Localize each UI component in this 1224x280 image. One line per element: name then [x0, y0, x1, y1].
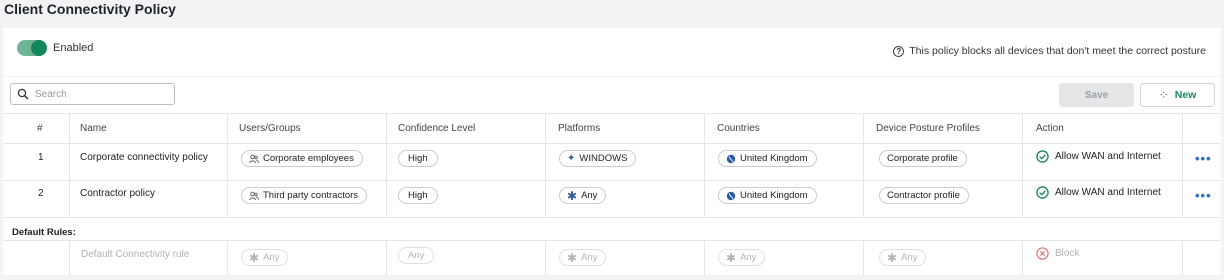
- check-circle-icon: [1036, 150, 1049, 163]
- action-label: Block: [1055, 248, 1080, 259]
- posture-note-text: This policy blocks all devices that don'…: [909, 45, 1206, 57]
- country-label: United Kingdom: [740, 153, 808, 164]
- asterisk-icon: ✱: [249, 250, 260, 265]
- country-label: Any: [740, 252, 757, 263]
- posture-note: ? This policy blocks all devices that do…: [893, 45, 1206, 57]
- users-icon: [249, 191, 259, 200]
- country-label: United Kingdom: [740, 190, 808, 201]
- more-icon[interactable]: •••: [1195, 151, 1212, 166]
- enabled-toggle[interactable]: [17, 40, 47, 56]
- action-cell: Block: [1036, 247, 1079, 260]
- search-box[interactable]: [10, 83, 175, 105]
- enabled-label: Enabled: [53, 42, 94, 54]
- platform-label: WINDOWS: [579, 153, 628, 164]
- policy-table-card: Save ⁘ New # Name Users/Groups Confidenc…: [3, 77, 1221, 275]
- globe-icon: [726, 154, 736, 163]
- column-header-number[interactable]: #: [37, 123, 43, 134]
- search-input[interactable]: [35, 88, 165, 100]
- profile-pill[interactable]: Contractor profile: [879, 187, 969, 204]
- users-label: Any: [263, 252, 280, 263]
- policy-name[interactable]: Corporate connectivity policy: [80, 152, 208, 163]
- windows-icon: ✦: [567, 152, 576, 164]
- profile-label: Any: [901, 252, 918, 263]
- new-button-label: New: [1174, 89, 1197, 101]
- policy-name[interactable]: Contractor policy: [80, 188, 155, 199]
- policy-status-bar: Enabled ? This policy blocks all devices…: [3, 28, 1221, 76]
- asterisk-icon: ✱: [887, 250, 898, 265]
- column-header-countries[interactable]: Countries: [717, 123, 760, 134]
- column-header-name[interactable]: Name: [80, 123, 107, 134]
- platform-pill[interactable]: ✦ WINDOWS: [559, 150, 637, 167]
- default-rules-label: Default Rules:: [12, 227, 76, 238]
- action-cell[interactable]: Allow WAN and Internet: [1036, 150, 1161, 163]
- new-button[interactable]: ⁘ New: [1140, 83, 1215, 107]
- block-icon: [1036, 247, 1049, 260]
- toggle-knob[interactable]: [31, 40, 47, 56]
- add-icon: ⁘: [1158, 88, 1169, 102]
- platform-pill[interactable]: ✱ Any: [559, 187, 607, 204]
- asterisk-icon: ✱: [726, 250, 737, 265]
- confidence-pill[interactable]: High: [398, 187, 438, 204]
- column-header-confidence[interactable]: Confidence Level: [398, 123, 475, 134]
- column-header-profiles[interactable]: Device Posture Profiles: [876, 123, 980, 134]
- default-rule-name: Default Connectivity rule: [81, 249, 190, 260]
- asterisk-icon: ✱: [567, 250, 578, 265]
- page-title: Client Connectivity Policy: [4, 1, 176, 17]
- action-label: Allow WAN and Internet: [1055, 187, 1161, 198]
- profile-pill[interactable]: Corporate profile: [879, 150, 967, 167]
- column-header-action[interactable]: Action: [1036, 123, 1064, 134]
- profile-pill: ✱ Any: [879, 249, 927, 266]
- more-icon[interactable]: •••: [1195, 188, 1212, 203]
- users-pill[interactable]: Corporate employees: [241, 150, 363, 167]
- help-circle-icon: ?: [893, 45, 905, 57]
- users-pill: ✱ Any: [241, 249, 289, 266]
- row-number: 1: [38, 152, 44, 163]
- action-label: Allow WAN and Internet: [1055, 151, 1161, 162]
- confidence-pill: Any: [398, 247, 435, 264]
- row-number: 2: [38, 188, 44, 199]
- confidence-pill[interactable]: High: [398, 150, 438, 167]
- country-pill: ✱ Any: [718, 249, 766, 266]
- platform-label: Any: [581, 252, 598, 263]
- asterisk-icon: ✱: [567, 188, 578, 203]
- country-pill[interactable]: United Kingdom: [718, 150, 817, 167]
- users-label: Corporate employees: [263, 153, 354, 164]
- users-pill[interactable]: Third party contractors: [241, 187, 368, 204]
- check-circle-icon: [1036, 186, 1049, 199]
- save-button[interactable]: Save: [1059, 83, 1134, 107]
- search-icon: [17, 88, 29, 100]
- users-label: Third party contractors: [263, 190, 359, 201]
- users-icon: [249, 154, 259, 163]
- platform-label: Any: [581, 190, 598, 201]
- platform-pill: ✱ Any: [559, 249, 607, 266]
- column-header-users[interactable]: Users/Groups: [239, 123, 301, 134]
- country-pill[interactable]: United Kingdom: [718, 187, 817, 204]
- action-cell[interactable]: Allow WAN and Internet: [1036, 186, 1161, 199]
- globe-icon: [726, 191, 736, 200]
- column-header-platforms[interactable]: Platforms: [558, 123, 600, 134]
